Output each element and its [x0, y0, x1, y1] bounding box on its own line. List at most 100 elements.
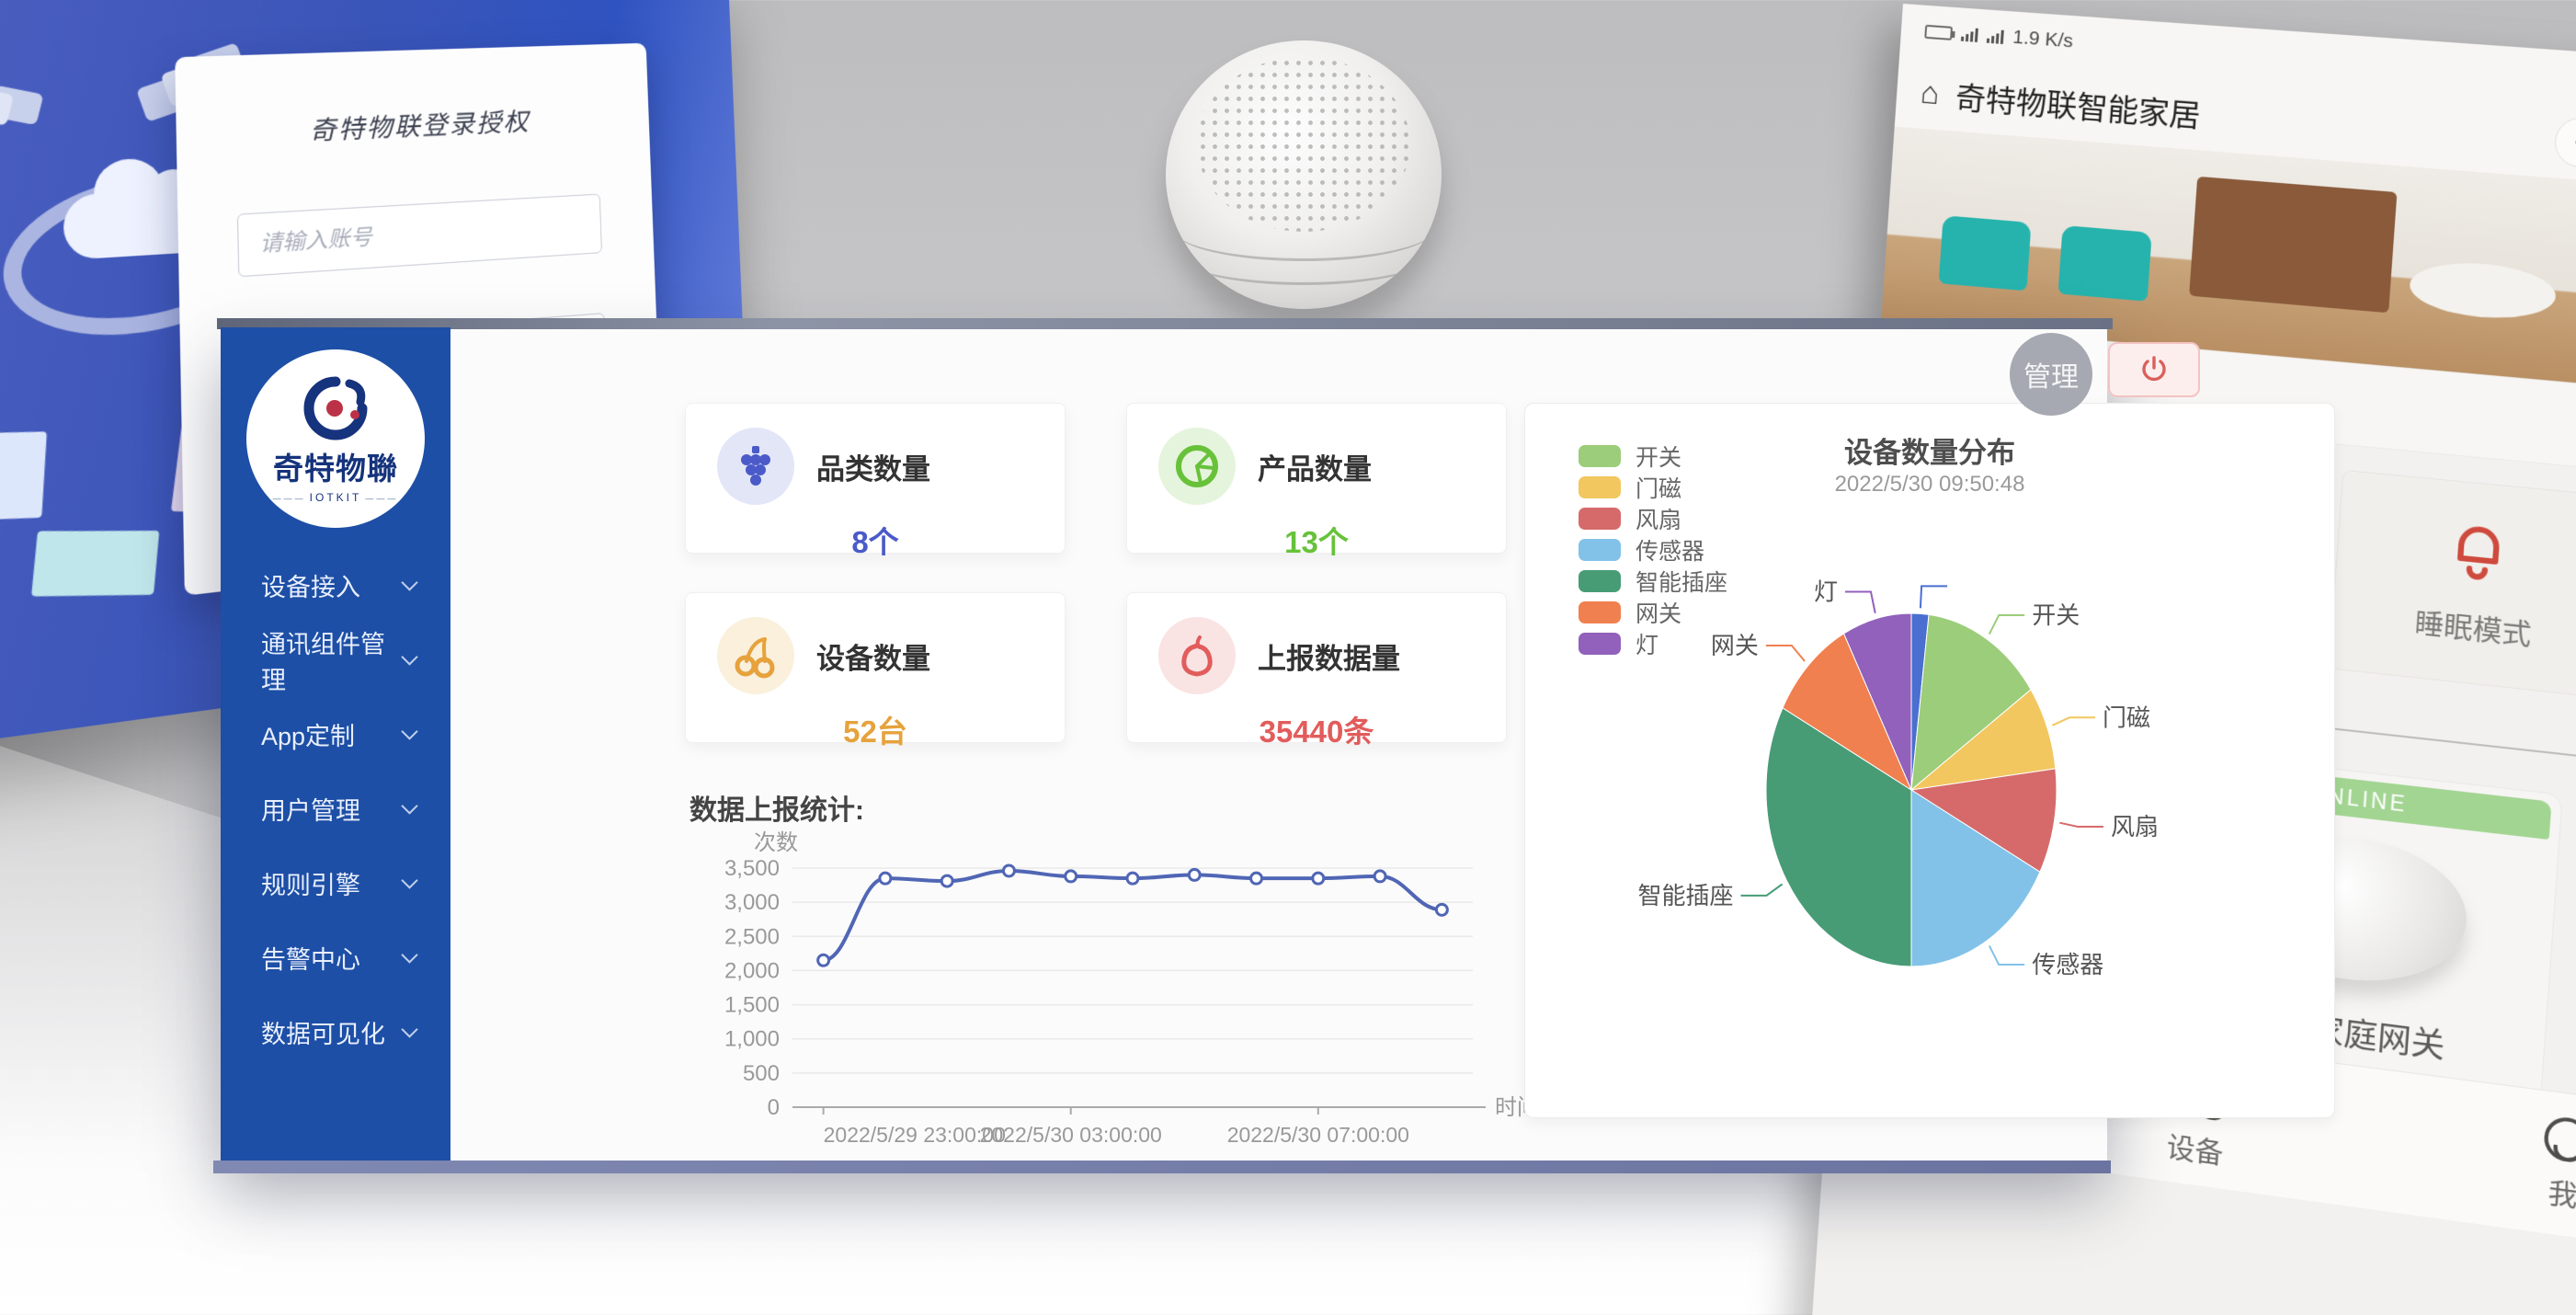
legend-item[interactable]: 门磁 [1579, 472, 1727, 503]
svg-text:次数: 次数 [754, 830, 798, 855]
svg-text:0: 0 [768, 1095, 780, 1120]
iotkit-logo-icon [302, 374, 370, 442]
svg-text:时间: 时间 [1495, 1095, 1528, 1120]
menu-label: 通讯组件管理 [261, 624, 404, 696]
sidebar-item-alert-center[interactable]: 告警中心 [221, 920, 450, 995]
svg-text:网关: 网关 [1711, 632, 1759, 659]
chevron-down-icon [401, 872, 417, 888]
mode-label: 睡眠模式 [2413, 600, 2533, 653]
satellite-icon [0, 86, 14, 126]
stat-value: 8个 [717, 518, 1033, 562]
svg-text:1,000: 1,000 [724, 1027, 780, 1052]
battery-icon [1924, 24, 1953, 40]
login-title: 奇特物联登录授权 [235, 99, 598, 151]
power-button[interactable] [2108, 342, 2200, 397]
chevron-down-icon [401, 1021, 417, 1037]
stat-value: 52台 [717, 707, 1033, 751]
menu-label: 设备接入 [261, 567, 404, 603]
legend-swatch [1579, 445, 1621, 467]
stat-label: 品类数量 [816, 446, 930, 487]
menu-label: App定制 [261, 716, 404, 752]
grapes-icon [717, 428, 794, 505]
sidebar-item-user-mgmt[interactable]: 用户管理 [221, 772, 450, 846]
person-icon [2543, 1115, 2576, 1164]
chair [2057, 225, 2151, 302]
svg-text:2,000: 2,000 [724, 958, 780, 983]
bell-icon [2435, 516, 2522, 590]
chevron-down-icon [401, 946, 417, 963]
svg-text:2022/5/30 07:00:00: 2022/5/30 07:00:00 [1227, 1123, 1409, 1147]
legend-item[interactable]: 开关 [1579, 440, 1727, 472]
svg-text:传感器: 传感器 [2032, 951, 2103, 978]
svg-text:灯: 灯 [1814, 577, 1838, 605]
tab-me[interactable]: 我 [2539, 1115, 2576, 1216]
chevron-down-icon [401, 723, 417, 739]
table [2408, 258, 2558, 324]
device-pie-chart[interactable]: 开关门磁风扇传感器智能插座网关灯 [1525, 514, 2336, 1103]
svg-text:3,000: 3,000 [724, 890, 780, 915]
legend-label: 开关 [1636, 440, 1681, 473]
panel-bottom-edge [213, 1161, 2111, 1173]
signal-bars-icon [1961, 27, 1978, 42]
logo-subtitle: IOTKIT [269, 491, 403, 504]
signal-bars-icon [1987, 29, 2004, 44]
stat-card: 产品数量 13个 [1126, 403, 1507, 554]
sidebar: 奇特物聯 IOTKIT 设备接入 通讯组件管理 App定制 用户管理 规则引擎 … [221, 327, 450, 1161]
stat-value: 35440条 [1158, 707, 1475, 751]
cabinet [2189, 177, 2397, 313]
sidebar-item-rule-engine[interactable]: 规则引擎 [221, 846, 450, 920]
stat-card: 设备数量 52台 [685, 592, 1066, 743]
svg-text:智能插座: 智能插座 [1638, 882, 1734, 909]
tab-label: 设备 [2166, 1123, 2225, 1172]
lemon-icon [1158, 428, 1236, 505]
menu-label: 规则引擎 [261, 865, 404, 901]
stat-card: 上报数据量 35440条 [1126, 592, 1507, 743]
iot-dashboard: 奇特物聯 IOTKIT 设备接入 通讯组件管理 App定制 用户管理 规则引擎 … [221, 327, 2107, 1161]
chevron-down-icon [401, 648, 417, 665]
pear-icon [1158, 617, 1236, 694]
menu-label: 数据可见化 [261, 1014, 404, 1050]
stat-label: 设备数量 [816, 635, 930, 677]
pie-chart-card: 设备数量分布 2022/5/30 09:50:48 开关 门磁 风扇 传感器 智… [1524, 403, 2335, 1118]
menu-label: 告警中心 [261, 940, 404, 976]
svg-text:门磁: 门磁 [2103, 703, 2150, 731]
capsule-menu[interactable]: ••• ◎ [2553, 116, 2576, 178]
chair [1939, 215, 2032, 291]
stat-label: 产品数量 [1258, 446, 1372, 487]
menu-label: 用户管理 [261, 791, 404, 827]
stat-value: 13个 [1158, 518, 1475, 562]
power-icon [2138, 354, 2170, 385]
legend-swatch [1579, 476, 1621, 498]
tab-label: 我 [2547, 1169, 2576, 1215]
svg-text:3,500: 3,500 [724, 856, 780, 881]
sidebar-menu: 设备接入 通讯组件管理 App定制 用户管理 规则引擎 告警中心 数据可见化 [221, 548, 450, 1069]
dashboard-content: 品类数量 8个 产品数量 13个 设备数量 52台 [450, 327, 2107, 1161]
sidebar-item-data-viz[interactable]: 数据可见化 [221, 995, 450, 1069]
home-icon[interactable]: ⌂ [1920, 74, 1941, 111]
sidebar-item-comm-components[interactable]: 通讯组件管理 [221, 623, 450, 697]
sidebar-item-device-access[interactable]: 设备接入 [221, 548, 450, 623]
svg-text:2022/5/30 03:00:00: 2022/5/30 03:00:00 [980, 1123, 1162, 1147]
chevron-down-icon [401, 797, 417, 814]
kiosk-illustration [0, 431, 47, 520]
net-speed: 1.9 K/s [2012, 27, 2074, 53]
cherries-icon [717, 617, 794, 694]
legend-label: 门磁 [1636, 471, 1681, 504]
kiosk-illustration [31, 531, 159, 597]
line-chart-title: 数据上报统计: [690, 787, 864, 828]
svg-text:500: 500 [743, 1061, 780, 1086]
report-line-chart[interactable]: 次数 0 500 1,000 1,500 2,000 2,500 3,000 3,500 2022… [691, 824, 1528, 1161]
logo-title: 奇特物聯 [273, 444, 398, 488]
manage-floating-button[interactable]: 管理 [2010, 333, 2092, 416]
svg-text:风扇: 风扇 [2111, 813, 2159, 840]
stat-label: 上报数据量 [1258, 635, 1400, 677]
svg-text:2022/5/29 23:00:00: 2022/5/29 23:00:00 [824, 1123, 1006, 1147]
stat-card: 品类数量 8个 [685, 403, 1066, 554]
chevron-down-icon [401, 574, 417, 590]
account-field[interactable] [237, 194, 602, 278]
sleep-mode-card[interactable]: 睡眠模式 [2329, 470, 2576, 699]
sidebar-item-app-custom[interactable]: App定制 [221, 697, 450, 772]
svg-text:2,500: 2,500 [724, 924, 780, 949]
smart-speaker-photo [1166, 40, 1442, 309]
svg-text:1,500: 1,500 [724, 993, 780, 1018]
